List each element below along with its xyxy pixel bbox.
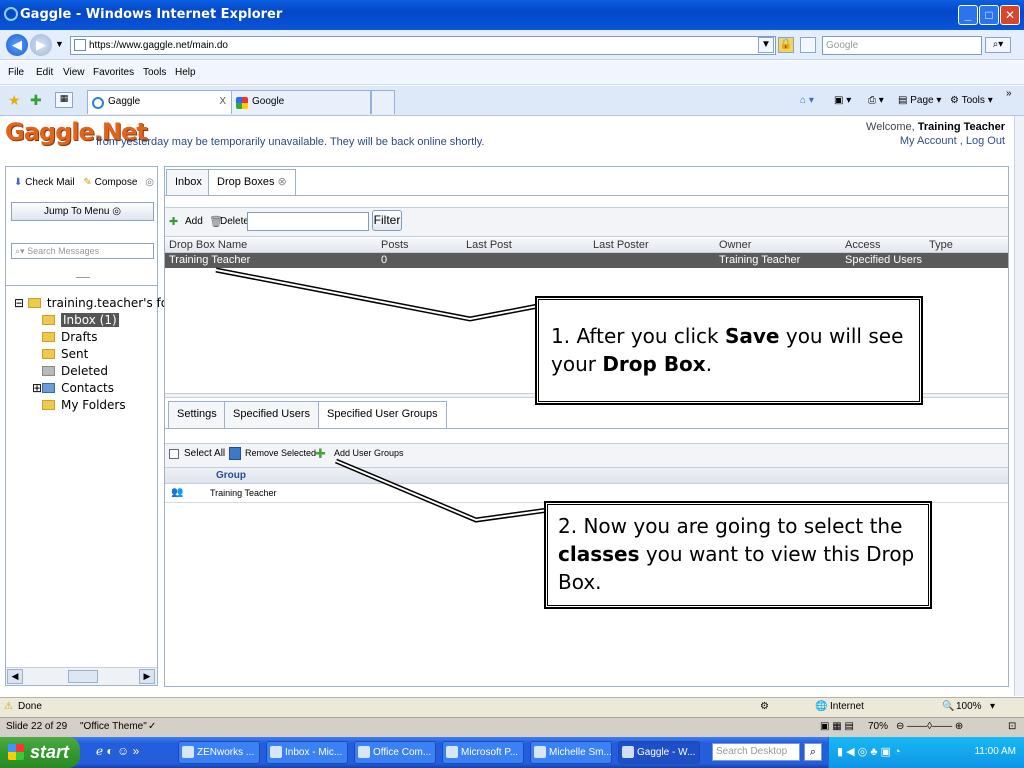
task-zenworks-label: ZENworks ... xyxy=(197,747,255,758)
zoom-level[interactable]: 100% xyxy=(956,701,982,712)
zoom-dropdown-icon[interactable]: ▾ xyxy=(990,701,995,712)
callout-one-text-e: . xyxy=(705,352,713,376)
task-inbox[interactable]: Inbox - Mic... xyxy=(266,741,348,764)
presentation-status-bar: Slide 22 of 29 "Office Theme" ✓ ▣ ▦ ▤ 70… xyxy=(0,717,1024,737)
office-icon xyxy=(358,746,370,758)
status-text: Done xyxy=(18,701,42,712)
task-office-label: Office Com... xyxy=(373,747,432,758)
spellcheck-icon: ✓ xyxy=(148,721,157,732)
task-powerpoint[interactable]: Microsoft P... xyxy=(442,741,524,764)
callout-one-save: Save xyxy=(724,324,780,348)
task-michelle-label: Michelle Sm... xyxy=(549,747,612,758)
task-zenworks[interactable]: ZENworks ... xyxy=(178,741,260,764)
system-tray: ▮ ◀ ◎ ♣ ▣ ◔ 11:00 AM xyxy=(828,737,1024,768)
task-office[interactable]: Office Com... xyxy=(354,741,436,764)
callout-two-classes: classes xyxy=(558,542,640,566)
globe-icon: 🌐 xyxy=(815,701,828,712)
start-label: start xyxy=(30,742,70,762)
callout-one-text-a: 1. After you click xyxy=(551,324,725,348)
security-icon: ⚙ xyxy=(760,701,769,712)
fit-icon[interactable]: ⊡ xyxy=(1008,721,1016,732)
windows-flag-icon xyxy=(8,744,24,760)
task-gaggle[interactable]: Gaggle - W... xyxy=(618,741,700,764)
taskbar: start ℯ ◐ ☺ » ZENworks ... Inbox - Mic..… xyxy=(0,737,1024,768)
theme-name: "Office Theme" xyxy=(80,721,147,732)
clock[interactable]: 11:00 AM xyxy=(974,746,1016,757)
zenworks-icon xyxy=(182,746,194,758)
zoom-slider[interactable]: ⊖ ——◊—— ⊕ xyxy=(896,721,963,732)
callout-one-drop-box: Drop Box xyxy=(602,352,706,376)
status-bar: ⚠ Done ⚙ 🌐 Internet 🔍 100% ▾ xyxy=(0,697,1024,717)
callout-one: 1. After you click Save you will see you… xyxy=(535,296,923,405)
quick-launch-icons[interactable]: ℯ ◐ ☺ » xyxy=(96,744,139,758)
task-michelle[interactable]: Michelle Sm... xyxy=(530,741,612,764)
search-icon[interactable]: ⌕ xyxy=(804,743,822,761)
callout-two: 2. Now you are going to select the class… xyxy=(544,501,932,609)
window-icon xyxy=(534,746,546,758)
task-gaggle-label: Gaggle - W... xyxy=(637,747,696,758)
ie-icon xyxy=(622,746,634,758)
slide-zoom[interactable]: 70% xyxy=(868,721,888,732)
callout-two-text-a: 2. Now you are going to select the xyxy=(558,514,903,538)
view-buttons[interactable]: ▣ ▦ ▤ xyxy=(820,721,854,732)
slide-counter: Slide 22 of 29 xyxy=(6,721,68,732)
search-desktop-placeholder: Search Desktop xyxy=(716,746,788,757)
powerpoint-icon xyxy=(446,746,458,758)
zoom-icon: 🔍 xyxy=(942,701,955,712)
task-inbox-label: Inbox - Mic... xyxy=(285,747,343,758)
warning-icon: ⚠ xyxy=(4,701,13,712)
page-scrollbar[interactable] xyxy=(1014,116,1024,696)
tray-icons[interactable]: ▮ ◀ ◎ ♣ ▣ ◔ xyxy=(837,745,901,758)
outlook-icon xyxy=(270,746,282,758)
zone-text: Internet xyxy=(830,701,864,712)
search-desktop-input[interactable]: Search Desktop xyxy=(712,743,800,761)
task-powerpoint-label: Microsoft P... xyxy=(461,747,519,758)
start-button[interactable]: start xyxy=(0,737,80,768)
